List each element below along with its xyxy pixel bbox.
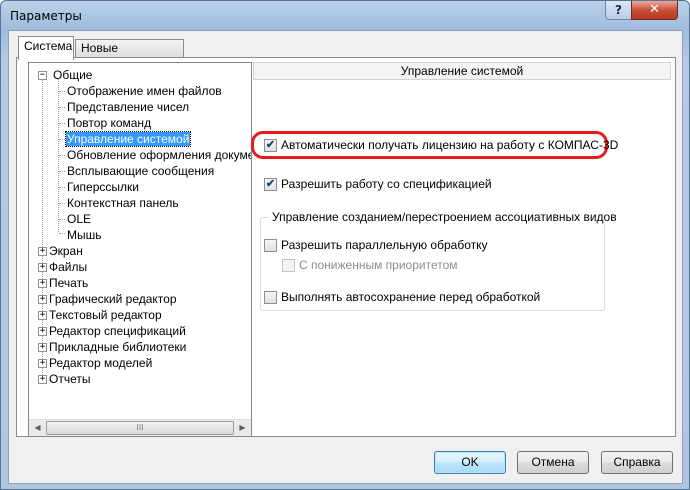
tree-item-label: Редактор спецификаций	[49, 324, 186, 338]
tree-connector	[59, 187, 65, 188]
tree-item-label: Печать	[49, 276, 89, 290]
tree-connector	[59, 233, 65, 234]
tree-item-label: Мышь	[67, 228, 102, 242]
tree-item-label: Гиперссылки	[67, 180, 139, 194]
assoc-views-group: Управление созданием/перестроением ассоц…	[260, 210, 620, 311]
tree-item-label: Редактор моделей	[49, 356, 153, 370]
expand-icon[interactable]: +	[38, 311, 47, 320]
autosave-checkbox-label: Выполнять автосохранение перед обработко…	[281, 290, 541, 304]
scroll-right-icon[interactable]: ▶	[234, 420, 251, 436]
tree-item-doc-style-update[interactable]: Обновление оформления документ	[67, 147, 252, 163]
ok-button[interactable]: OK	[434, 451, 506, 474]
tree-item-label: Всплывающие сообщения	[67, 164, 215, 178]
tree-item-label: Прикладные библиотеки	[49, 340, 187, 354]
tree-connector	[59, 91, 65, 92]
tree-connector	[59, 123, 65, 124]
tree-item-label: Управление системой	[64, 131, 192, 147]
panel-header: Управление системой	[253, 62, 671, 80]
tree-item-context-panel[interactable]: Контекстная панель	[67, 195, 179, 211]
title-bar[interactable]: Параметры ? ✕	[1, 1, 689, 31]
tree-connector	[59, 171, 65, 172]
tree-item-ole[interactable]: OLE	[67, 211, 91, 227]
scroll-left-icon[interactable]: ◀	[29, 420, 46, 436]
tree-item-label: Контекстная панель	[67, 196, 179, 210]
expand-icon[interactable]: +	[38, 327, 47, 336]
tree-item-label: Общие	[53, 68, 93, 82]
tree-connector	[59, 219, 65, 220]
parallel-checkbox-label: Разрешить параллельную обработку	[281, 238, 488, 252]
spec-checkbox-label: Разрешить работу со спецификацией	[281, 177, 492, 191]
tree-connector	[59, 107, 65, 108]
dialog-client-area: Система Новые документы − Общие Отображе…	[8, 30, 683, 484]
help-icon[interactable]: ?	[605, 1, 632, 20]
tab-panel: − Общие Отображение имен файлов Представ…	[16, 57, 676, 437]
cancel-button[interactable]: Отмена	[517, 451, 589, 474]
tree-item-popup-messages[interactable]: Всплывающие сообщения	[67, 163, 214, 179]
tree-item-mouse[interactable]: Мышь	[67, 227, 102, 243]
group-title: Управление созданием/перестроением ассоц…	[269, 210, 620, 224]
help-button[interactable]: Справка	[601, 451, 673, 474]
license-checkbox-label: Автоматически получать лицензию на работ…	[281, 138, 619, 152]
spec-checkbox[interactable]: ✔	[264, 178, 277, 191]
tab-system[interactable]: Система	[18, 36, 74, 60]
close-icon[interactable]: ✕	[631, 1, 678, 20]
expand-icon[interactable]: +	[38, 343, 47, 352]
tree-horizontal-scrollbar[interactable]: ◀ III ▶	[29, 419, 251, 436]
tree-connector	[59, 203, 65, 204]
window-title: Параметры	[10, 9, 82, 23]
expand-icon[interactable]: +	[38, 295, 47, 304]
expand-icon[interactable]: +	[38, 375, 47, 384]
tree-item-label: OLE	[67, 212, 92, 226]
tree-item-numbers[interactable]: Представление чисел	[67, 99, 189, 115]
tree-item-file-names[interactable]: Отображение имен файлов	[67, 83, 222, 99]
tree-item-label: Отчеты	[49, 372, 91, 386]
tree-item-label: Текстовый редактор	[49, 308, 162, 322]
autosave-checkbox[interactable]	[264, 291, 277, 304]
tree-item-hyperlinks[interactable]: Гиперссылки	[67, 179, 139, 195]
collapse-icon[interactable]: −	[38, 71, 47, 80]
tree-item-label: Повтор команд	[67, 116, 152, 130]
settings-tree[interactable]: − Общие Отображение имен файлов Представ…	[28, 62, 252, 437]
tree-item-label: Отображение имен файлов	[67, 84, 222, 98]
low-priority-checkbox[interactable]	[282, 259, 295, 272]
expand-icon[interactable]: +	[38, 279, 47, 288]
tree-connector	[59, 139, 65, 140]
tree-item-repeat-commands[interactable]: Повтор команд	[67, 115, 151, 131]
tree-connector	[59, 155, 65, 156]
expand-icon[interactable]: +	[38, 247, 47, 256]
low-priority-checkbox-label: С пониженным приоритетом	[299, 258, 458, 272]
tree-item-label: Графический редактор	[49, 292, 177, 306]
tab-new-documents[interactable]: Новые документы	[75, 39, 184, 72]
expand-icon[interactable]: +	[38, 263, 47, 272]
tree-item-label: Файлы	[49, 260, 88, 274]
tree-item-system-management[interactable]: Управление системой	[64, 131, 192, 147]
license-checkbox[interactable]: ✔	[264, 139, 277, 152]
tree-item-label: Обновление оформления документ	[67, 148, 252, 162]
tree-item-label: Экран	[49, 244, 83, 258]
expand-icon[interactable]: +	[38, 359, 47, 368]
scroll-thumb[interactable]: III	[46, 421, 234, 435]
parameters-dialog: Параметры ? ✕ Система Новые документы − …	[0, 0, 690, 490]
parallel-checkbox[interactable]	[264, 239, 277, 252]
tree-item-label: Представление чисел	[67, 100, 190, 114]
